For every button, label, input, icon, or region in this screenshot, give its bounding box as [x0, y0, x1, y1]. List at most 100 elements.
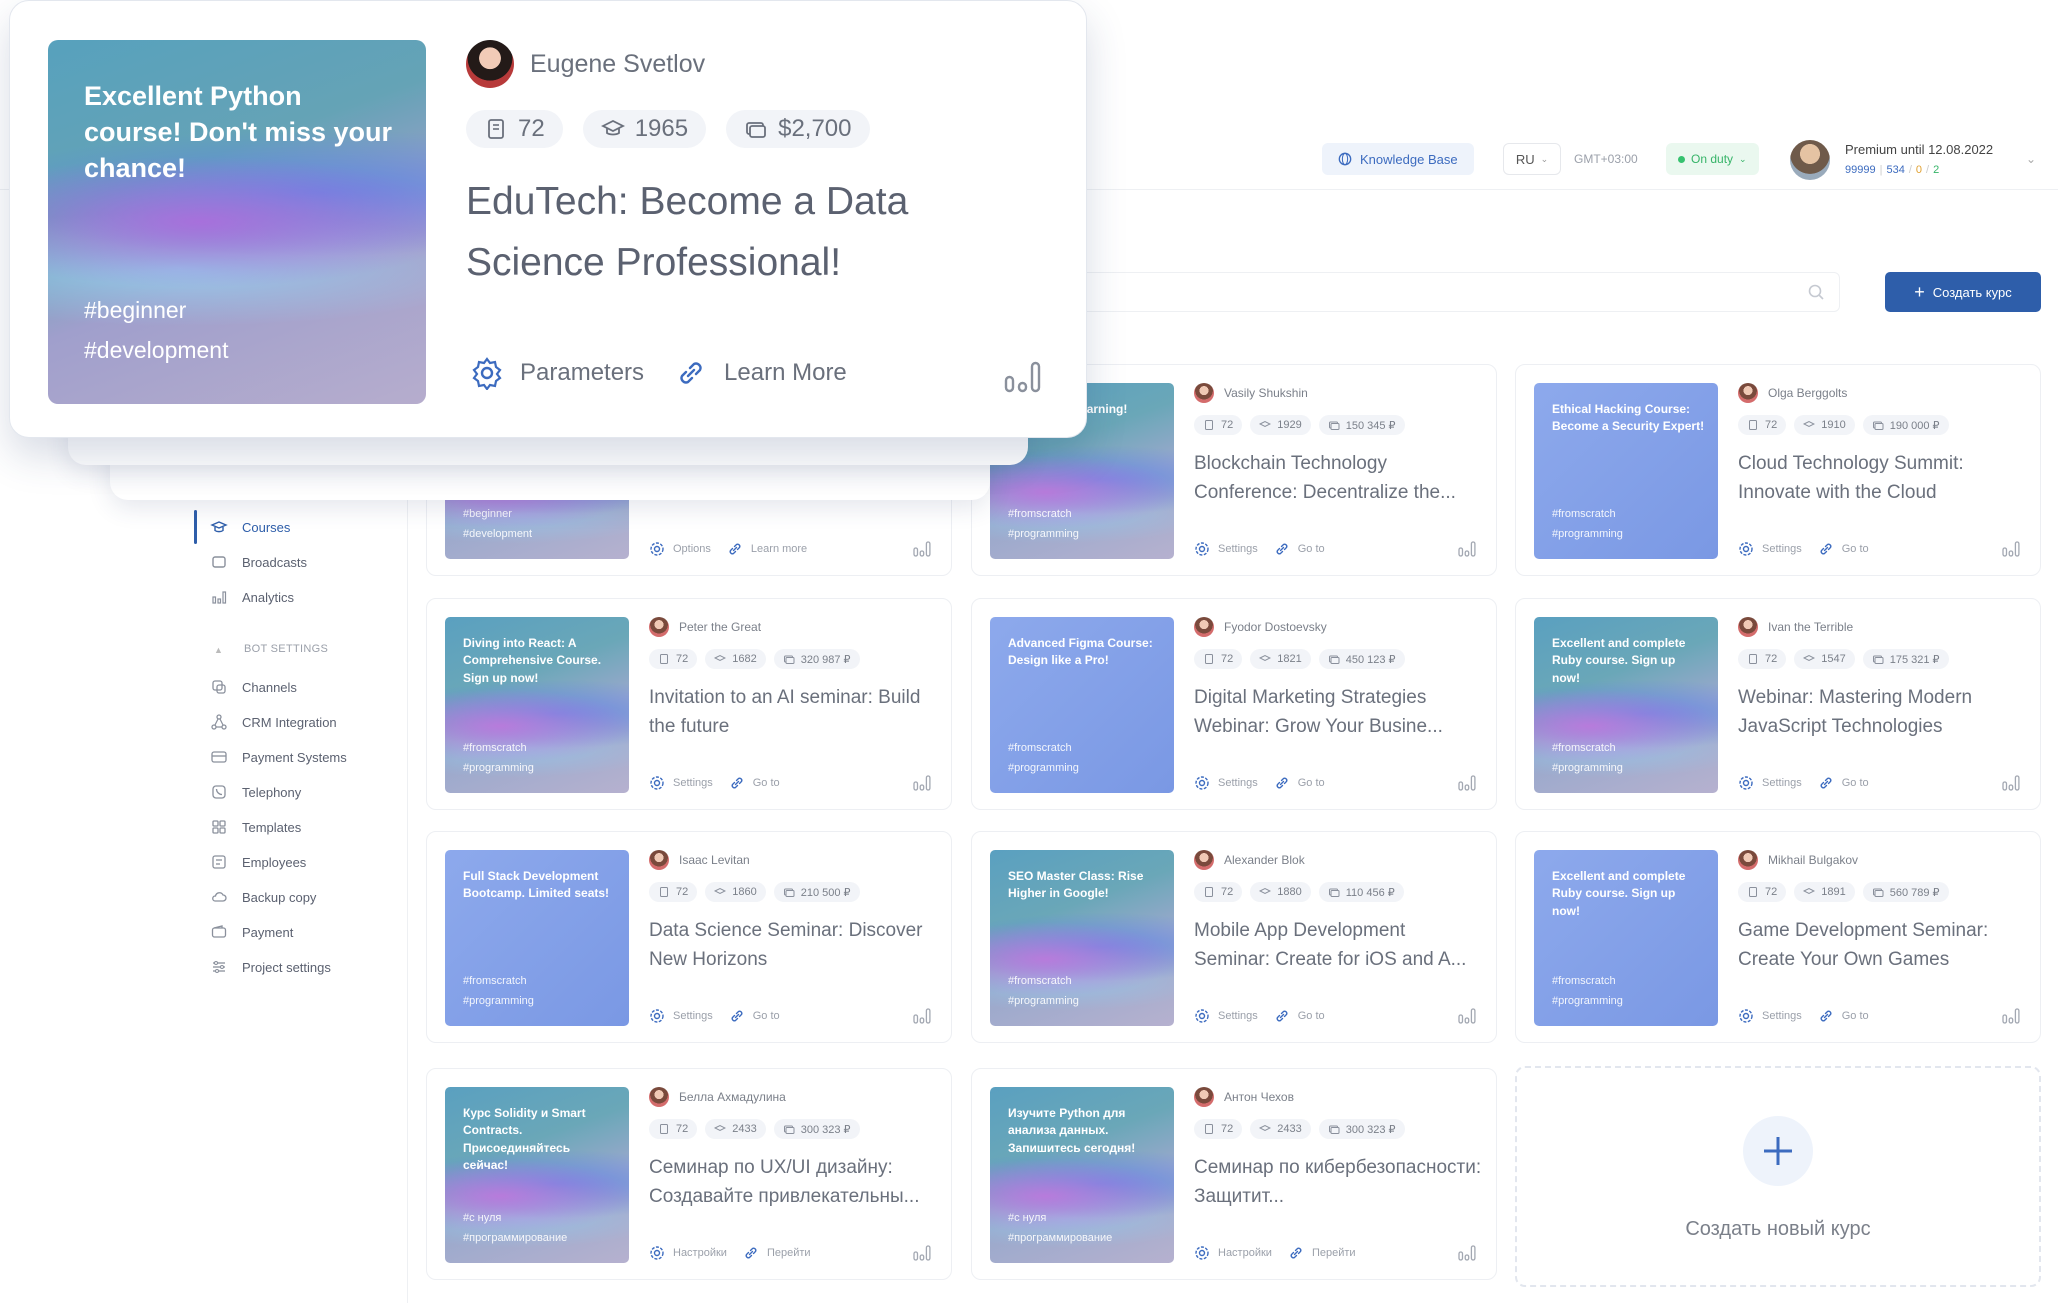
settings-button[interactable]: Settings	[649, 775, 713, 791]
user-avatar[interactable]	[1790, 140, 1830, 180]
analytics-icon[interactable]	[913, 541, 931, 557]
go-to-link[interactable]: Go to	[1818, 541, 1869, 557]
go-to-link[interactable]: Go to	[1818, 1008, 1869, 1024]
settings-button[interactable]: Settings	[1194, 775, 1258, 791]
course-actions: Settings Go to	[649, 1008, 780, 1024]
course-card[interactable]: Изучите Python для анализа данных. Запиш…	[971, 1068, 1497, 1280]
thumbnail-tags: #fromscratch #programming	[1552, 972, 1623, 1012]
course-thumbnail: Advanced Figma Course: Design like a Pro…	[990, 617, 1174, 793]
course-card[interactable]: Ethical Hacking Course: Become a Securit…	[1515, 364, 2041, 576]
go-to-link[interactable]: Перейти	[743, 1245, 811, 1261]
analytics-icon[interactable]	[1458, 775, 1476, 791]
go-to-link[interactable]: Go to	[729, 775, 780, 791]
graduation-cap-icon	[1259, 887, 1272, 895]
settings-button[interactable]: Settings	[649, 1008, 713, 1024]
analytics-icon[interactable]	[2002, 1008, 2020, 1024]
sidebar-item-project-settings[interactable]: Project settings	[210, 955, 331, 979]
go-to-link[interactable]: Go to	[1274, 541, 1325, 557]
analytics-icon[interactable]	[1458, 1245, 1476, 1261]
course-card[interactable]: Курс Solidity и Smart Contracts. Присоед…	[426, 1068, 952, 1280]
course-card[interactable]: SEO Master Class: Rise Higher in Google!…	[971, 831, 1497, 1043]
sidebar-item-courses[interactable]: Courses	[210, 515, 290, 539]
course-stats: 72 1910 190 000 ₽	[1738, 415, 1949, 435]
chevron-down-icon[interactable]: ⌄	[2026, 152, 2036, 166]
collapse-icon[interactable]: ▲	[214, 645, 223, 655]
parameters-button[interactable]: Parameters	[470, 356, 644, 390]
go-to-link[interactable]: Перейти	[1288, 1245, 1356, 1261]
stat-lessons: 72	[1738, 649, 1787, 669]
settings-button[interactable]: Settings	[1738, 775, 1802, 791]
link-icon	[1276, 543, 1288, 555]
course-actions: Settings Go to	[1738, 541, 1869, 557]
course-author: Ivan the Terrible	[1738, 617, 1853, 637]
go-to-link[interactable]: Go to	[729, 1008, 780, 1024]
stat-revenue: 560 789 ₽	[1862, 882, 1949, 902]
analytics-icon[interactable]	[1458, 1008, 1476, 1024]
sidebar-item-analytics[interactable]: Analytics	[210, 585, 294, 609]
settings-button[interactable]: Settings	[1194, 541, 1258, 557]
sidebar-item-crm-integration[interactable]: CRM Integration	[210, 710, 337, 734]
settings-button[interactable]: Settings	[1738, 1008, 1802, 1024]
author-avatar	[649, 850, 669, 870]
book-stack-icon	[1749, 887, 1757, 897]
sidebar-item-payment-systems[interactable]: Payment Systems	[210, 745, 347, 769]
go-to-link[interactable]: Go to	[1274, 1008, 1325, 1024]
settings-button[interactable]: Настройки	[1194, 1245, 1272, 1261]
featured-course-card[interactable]: Excellent Python course! Don't miss your…	[9, 0, 1087, 438]
gear-icon	[1195, 1246, 1209, 1260]
channels-icon	[212, 680, 226, 694]
thumbnail-title: Excellent and complete Ruby course. Sign…	[1552, 636, 1686, 685]
action-label: Go to	[1297, 777, 1325, 789]
sidebar-item-broadcasts[interactable]: Broadcasts	[210, 550, 307, 574]
broadcast-icon	[212, 556, 226, 568]
stat-lessons: 72	[649, 882, 698, 902]
analytics-icon[interactable]	[913, 775, 931, 791]
course-card[interactable]: Advanced Figma Course: Design like a Pro…	[971, 598, 1497, 810]
tag: #fromscratch	[1008, 508, 1072, 521]
sidebar-item-payment[interactable]: Payment	[210, 920, 293, 944]
analytics-icon[interactable]	[913, 1008, 931, 1024]
sidebar-item-label: CRM Integration	[242, 714, 337, 730]
go-to-link[interactable]: Learn more	[727, 541, 807, 557]
author-avatar	[1194, 617, 1214, 637]
knowledge-base-button[interactable]: Knowledge Base	[1322, 143, 1474, 175]
go-to-link[interactable]: Go to	[1818, 775, 1869, 791]
sidebar-item-backup-copy[interactable]: Backup copy	[210, 885, 316, 909]
course-stats: 72 1860 210 500 ₽	[649, 882, 860, 902]
action-label: Go to	[1841, 777, 1869, 789]
sidebar-item-employees[interactable]: Employees	[210, 850, 306, 874]
search-input[interactable]	[1080, 272, 1840, 312]
course-thumbnail: Изучите Python для анализа данных. Запиш…	[990, 1087, 1174, 1263]
language-select[interactable]: RU ⌄	[1503, 143, 1561, 175]
settings-button[interactable]: Настройки	[649, 1245, 727, 1261]
course-card[interactable]: Full Stack Development Bootcamp. Limited…	[426, 831, 952, 1043]
stat-revenue: 450 123 ₽	[1318, 649, 1405, 669]
stat-value: 1821	[1277, 653, 1302, 665]
create-course-button[interactable]: + Создать курс	[1885, 272, 2041, 312]
settings-button[interactable]: Settings	[1194, 1008, 1258, 1024]
stat-value: 175 321 ₽	[1889, 653, 1940, 666]
learn-more-link[interactable]: Learn More	[674, 356, 847, 390]
analytics-icon[interactable]	[2002, 775, 2020, 791]
course-card[interactable]: Excellent and complete Ruby course. Sign…	[1515, 831, 2041, 1043]
course-card[interactable]: Excellent and complete Ruby course. Sign…	[1515, 598, 2041, 810]
settings-button[interactable]: Options	[649, 541, 711, 557]
create-new-course-card[interactable]: Создать новый курс	[1515, 1066, 2041, 1287]
course-thumbnail: Full Stack Development Bootcamp. Limited…	[445, 850, 629, 1026]
analytics-icon[interactable]	[1004, 361, 1042, 393]
duty-status-select[interactable]: On duty ⌄	[1666, 143, 1759, 175]
sidebar-item-telephony[interactable]: Telephony	[210, 780, 301, 804]
link-icon	[1820, 1010, 1832, 1022]
action-label: Learn more	[750, 543, 808, 555]
analytics-icon[interactable]	[2002, 541, 2020, 557]
sidebar-item-channels[interactable]: Channels	[210, 675, 297, 699]
analytics-icon[interactable]	[1458, 541, 1476, 557]
link-icon	[1820, 543, 1832, 555]
course-card[interactable]: Diving into React: A Comprehensive Cours…	[426, 598, 952, 810]
stat-value: 72	[1221, 419, 1234, 431]
settings-button[interactable]: Settings	[1738, 541, 1802, 557]
money-icon	[1328, 421, 1340, 430]
go-to-link[interactable]: Go to	[1274, 775, 1325, 791]
analytics-icon[interactable]	[913, 1245, 931, 1261]
sidebar-item-templates[interactable]: Templates	[210, 815, 301, 839]
